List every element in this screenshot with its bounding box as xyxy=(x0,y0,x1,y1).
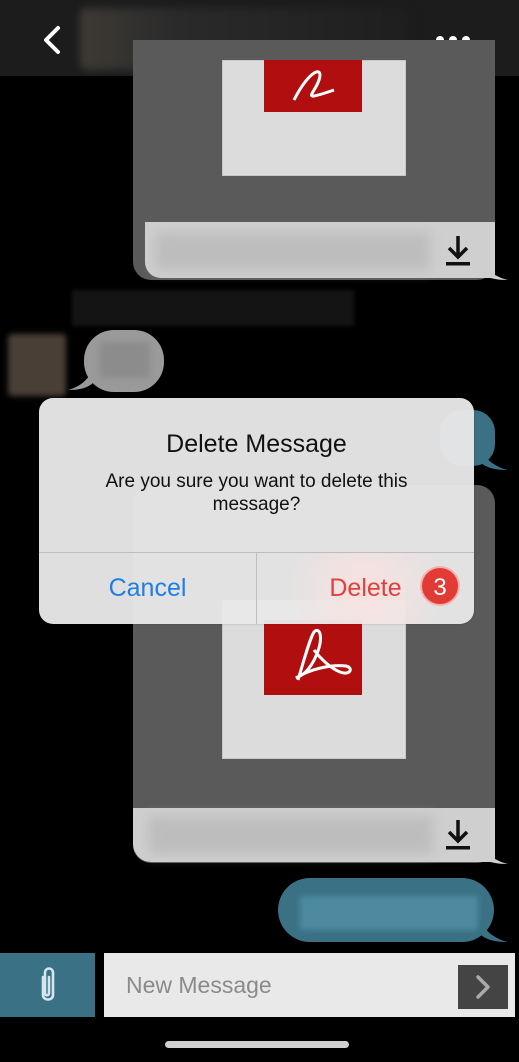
incoming-message-text-blurred xyxy=(100,342,150,378)
step-badge: 3 xyxy=(420,566,460,606)
sender-name-blurred xyxy=(72,290,354,326)
chevron-right-icon xyxy=(476,975,490,999)
send-button[interactable] xyxy=(458,965,508,1009)
cancel-button[interactable]: Cancel xyxy=(39,553,256,624)
pdf-icon xyxy=(264,620,362,695)
bubble-tail xyxy=(480,256,508,280)
attach-button[interactable] xyxy=(0,953,95,1017)
bubble-tail xyxy=(480,840,508,864)
new-message-input[interactable] xyxy=(104,953,515,1017)
download-button[interactable] xyxy=(438,814,478,856)
back-button[interactable] xyxy=(30,18,74,62)
bubble-tail xyxy=(480,448,508,470)
file-name-blurred xyxy=(155,232,430,270)
bubble-tail xyxy=(68,366,94,390)
download-icon xyxy=(446,236,470,266)
avatar[interactable] xyxy=(8,334,66,396)
paperclip-icon xyxy=(41,967,54,1001)
chevron-left-icon xyxy=(44,26,60,54)
home-indicator xyxy=(165,1041,349,1048)
pdf-icon xyxy=(264,60,362,112)
dialog-title: Delete Message xyxy=(166,430,347,458)
download-button[interactable] xyxy=(438,230,478,272)
download-icon xyxy=(446,820,470,850)
bubble-tail xyxy=(480,920,508,942)
outgoing-message-text-blurred xyxy=(300,896,478,930)
file-name-blurred xyxy=(148,816,433,854)
dialog-message: Are you sure you want to delete this mes… xyxy=(105,471,408,515)
delete-message-dialog: Delete Message Are you sure you want to … xyxy=(39,398,474,624)
